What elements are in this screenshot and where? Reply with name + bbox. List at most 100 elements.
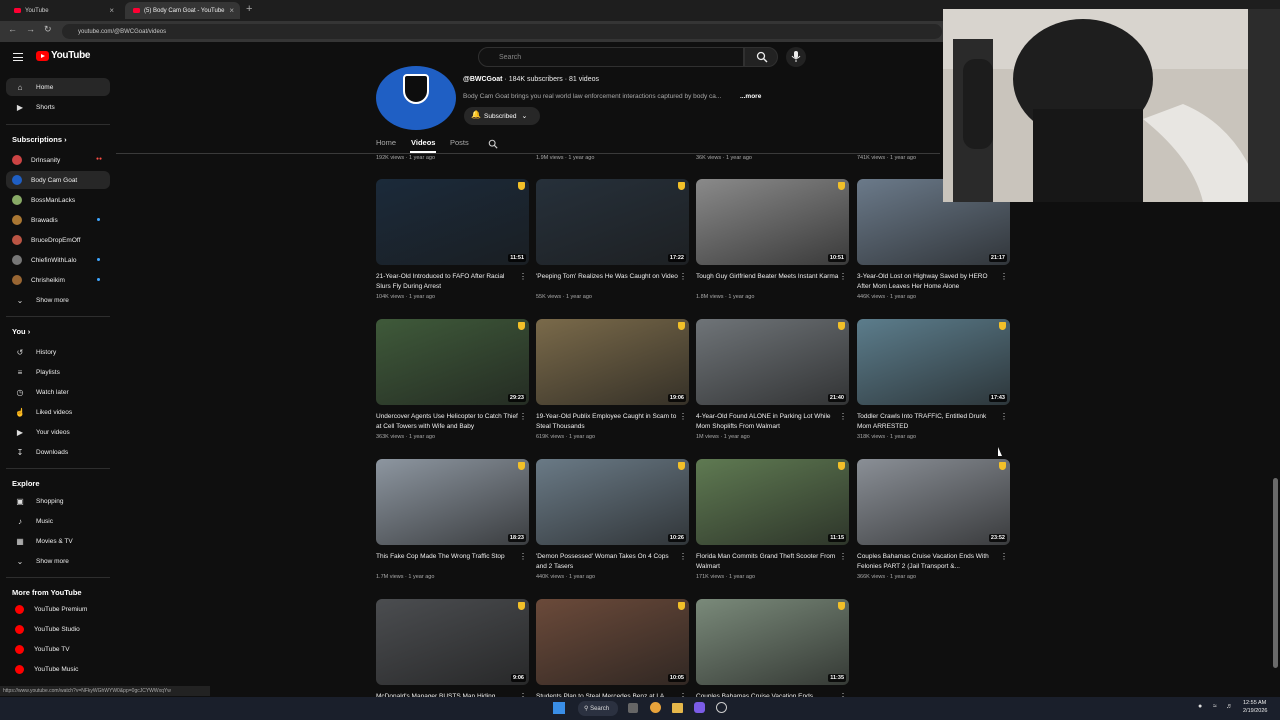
sidebar-explore-show-more[interactable]: ⌄ Show more — [6, 552, 110, 570]
video-title[interactable]: 3-Year-Old Lost on Highway Saved by HERO… — [857, 272, 1000, 292]
sidebar-item-subscription[interactable]: BruceDropEmOff — [6, 231, 110, 249]
video-title[interactable]: 4-Year-Old Found ALONE in Parking Lot Wh… — [696, 412, 839, 432]
sidebar-item-shopping[interactable]: ▣ Shopping — [6, 492, 110, 510]
video-thumbnail[interactable]: 23:52 — [857, 459, 1010, 545]
more-options-icon[interactable]: ⋮ — [519, 272, 527, 281]
sidebar-item-movies[interactable]: ▦ Movies & TV — [6, 532, 110, 550]
search-button[interactable] — [744, 47, 778, 67]
video-thumbnail[interactable]: 17:43 — [857, 319, 1010, 405]
video-thumbnail[interactable]: 9:06 — [376, 599, 529, 685]
video-card[interactable]: 11:15 Florida Man Commits Grand Theft Sco… — [696, 459, 849, 580]
description-more-link[interactable]: ...more — [740, 93, 761, 100]
video-thumbnail[interactable]: 10:05 — [536, 599, 689, 685]
hamburger-menu-icon[interactable] — [13, 53, 23, 61]
new-tab-button[interactable]: + — [246, 3, 252, 15]
video-card[interactable]: 17:43 Toddler Crawls Into TRAFFIC, Entitl… — [857, 319, 1010, 440]
sidebar-item-shorts[interactable]: ▶ Shorts — [6, 98, 110, 116]
page-scrollbar[interactable] — [1273, 478, 1278, 668]
close-tab-icon[interactable]: × — [109, 6, 114, 15]
youtube-wordmark[interactable]: YouTube — [51, 50, 91, 61]
wifi-icon[interactable]: ≈ — [1213, 703, 1217, 710]
volume-icon[interactable]: ♬ — [1226, 703, 1233, 710]
more-options-icon[interactable]: ⋮ — [1000, 552, 1008, 561]
video-thumbnail[interactable]: 10:26 — [536, 459, 689, 545]
more-options-icon[interactable]: ⋮ — [1000, 412, 1008, 421]
video-thumbnail[interactable]: 11:15 — [696, 459, 849, 545]
windows-start-icon[interactable] — [553, 702, 565, 714]
video-thumbnail[interactable]: 11:51 — [376, 179, 529, 265]
sidebar-item-watch-later[interactable]: ◷ Watch later — [6, 383, 110, 401]
url-field[interactable]: youtube.com/@BWCGoat/videos — [62, 24, 942, 39]
video-card[interactable]: 19:06 19-Year-Old Publix Employee Caught … — [536, 319, 689, 440]
sidebar-show-more[interactable]: ⌄ Show more — [6, 291, 110, 309]
more-options-icon[interactable]: ⋮ — [839, 412, 847, 421]
tab-videos[interactable]: Videos — [411, 138, 435, 147]
sidebar-item-subscription[interactable]: ChiefinWithLalo — [6, 251, 110, 269]
more-options-icon[interactable]: ⋮ — [679, 552, 687, 561]
voice-search-button[interactable] — [786, 47, 806, 67]
more-options-icon[interactable]: ⋮ — [839, 552, 847, 561]
sidebar-item-history[interactable]: ↺ History — [6, 343, 110, 361]
sidebar-item-playlists[interactable]: ≡ Playlists — [6, 363, 110, 381]
app-icon[interactable] — [694, 702, 705, 713]
video-card[interactable]: 9:06McDonald's Manager BUSTS Man Hiding.… — [376, 599, 529, 701]
video-title[interactable]: Florida Man Commits Grand Theft Scooter … — [696, 552, 839, 572]
app-icon[interactable] — [628, 703, 638, 713]
sidebar-item-youtube-premium[interactable]: YouTube Premium — [6, 600, 110, 618]
sidebar-item-home[interactable]: ⌂ Home — [6, 78, 110, 96]
more-options-icon[interactable]: ⋮ — [679, 272, 687, 281]
video-title[interactable]: Tough Guy Girlfriend Beater Meets Instan… — [696, 272, 839, 282]
more-options-icon[interactable]: ⋮ — [1000, 272, 1008, 281]
video-card[interactable]: 10:05Students Plan to Steal Mercedes Ben… — [536, 599, 689, 701]
video-title[interactable]: Couples Bahamas Cruise Vacation Ends Wit… — [857, 552, 1000, 572]
more-options-icon[interactable]: ⋮ — [679, 412, 687, 421]
video-thumbnail[interactable]: 17:22 — [536, 179, 689, 265]
video-thumbnail[interactable]: 19:06 — [536, 319, 689, 405]
video-title[interactable]: This Fake Cop Made The Wrong Traffic Sto… — [376, 552, 519, 562]
close-tab-icon[interactable]: × — [229, 6, 234, 15]
channel-search-icon[interactable] — [488, 139, 498, 149]
sidebar-item-subscription[interactable]: Chrisheikim — [6, 271, 110, 289]
sidebar-item-youtube-tv[interactable]: YouTube TV — [6, 640, 110, 658]
clock-date[interactable]: 2/19/2026 — [1243, 708, 1267, 714]
clock-time[interactable]: 12:55 AM — [1243, 700, 1266, 706]
sidebar-item-subscription[interactable]: DrInsanity ●● — [6, 151, 110, 169]
microphone-icon[interactable]: ● — [1198, 703, 1202, 710]
video-card[interactable]: 29:23 Undercover Agents Use Helicopter to… — [376, 319, 529, 440]
video-card[interactable]: 10:26 'Demon Possessed' Woman Takes On 4 … — [536, 459, 689, 580]
video-thumbnail[interactable]: 18:23 — [376, 459, 529, 545]
tab-home[interactable]: Home — [376, 138, 396, 147]
more-options-icon[interactable]: ⋮ — [519, 552, 527, 561]
sidebar-item-youtube-music[interactable]: YouTube Music — [6, 660, 110, 678]
sidebar-item-youtube-studio[interactable]: YouTube Studio — [6, 620, 110, 638]
video-card[interactable]: 11:35Couples Bahamas Cruise Vacation End… — [696, 599, 849, 701]
video-title[interactable]: 19-Year-Old Publix Employee Caught in Sc… — [536, 412, 679, 432]
video-card[interactable]: 18:23 This Fake Cop Made The Wrong Traffi… — [376, 459, 529, 580]
video-card[interactable]: 11:51 21-Year-Old Introduced to FAFO Afte… — [376, 179, 529, 300]
video-thumbnail[interactable]: 11:35 — [696, 599, 849, 685]
video-card[interactable]: 10:51 Tough Guy Girlfriend Beater Meets I… — [696, 179, 849, 300]
more-options-icon[interactable]: ⋮ — [839, 272, 847, 281]
chrome-icon[interactable] — [650, 702, 661, 713]
sidebar-item-subscription[interactable]: BossManLacks — [6, 191, 110, 209]
video-title[interactable]: 'Peeping Tom' Realizes He Was Caught on … — [536, 272, 679, 282]
youtube-logo-icon[interactable] — [36, 51, 49, 61]
channel-avatar[interactable] — [376, 66, 456, 130]
search-input[interactable]: Search — [478, 47, 744, 67]
taskbar-search[interactable]: ⚲ Search — [578, 701, 618, 716]
browser-tab-bodycamgoat[interactable]: (5) Body Cam Goat - YouTube × — [125, 2, 240, 19]
video-thumbnail[interactable]: 29:23 — [376, 319, 529, 405]
video-card[interactable]: 17:22 'Peeping Tom' Realizes He Was Caugh… — [536, 179, 689, 300]
subscribed-button[interactable]: 🔔 Subscribed ⌄ — [464, 107, 540, 125]
more-options-icon[interactable]: ⋮ — [519, 412, 527, 421]
app-icon[interactable] — [716, 702, 727, 713]
sidebar-item-your-videos[interactable]: ▶ Your videos — [6, 423, 110, 441]
video-thumbnail[interactable]: 21:40 — [696, 319, 849, 405]
sidebar-item-music[interactable]: ♪ Music — [6, 512, 110, 530]
video-card[interactable]: 23:52 Couples Bahamas Cruise Vacation End… — [857, 459, 1010, 580]
tab-posts[interactable]: Posts — [450, 138, 469, 147]
browser-tab-youtube[interactable]: YouTube × — [6, 2, 120, 19]
sidebar-item-subscription[interactable]: Brawadis — [6, 211, 110, 229]
video-thumbnail[interactable]: 10:51 — [696, 179, 849, 265]
you-heading[interactable]: You › — [12, 327, 30, 336]
